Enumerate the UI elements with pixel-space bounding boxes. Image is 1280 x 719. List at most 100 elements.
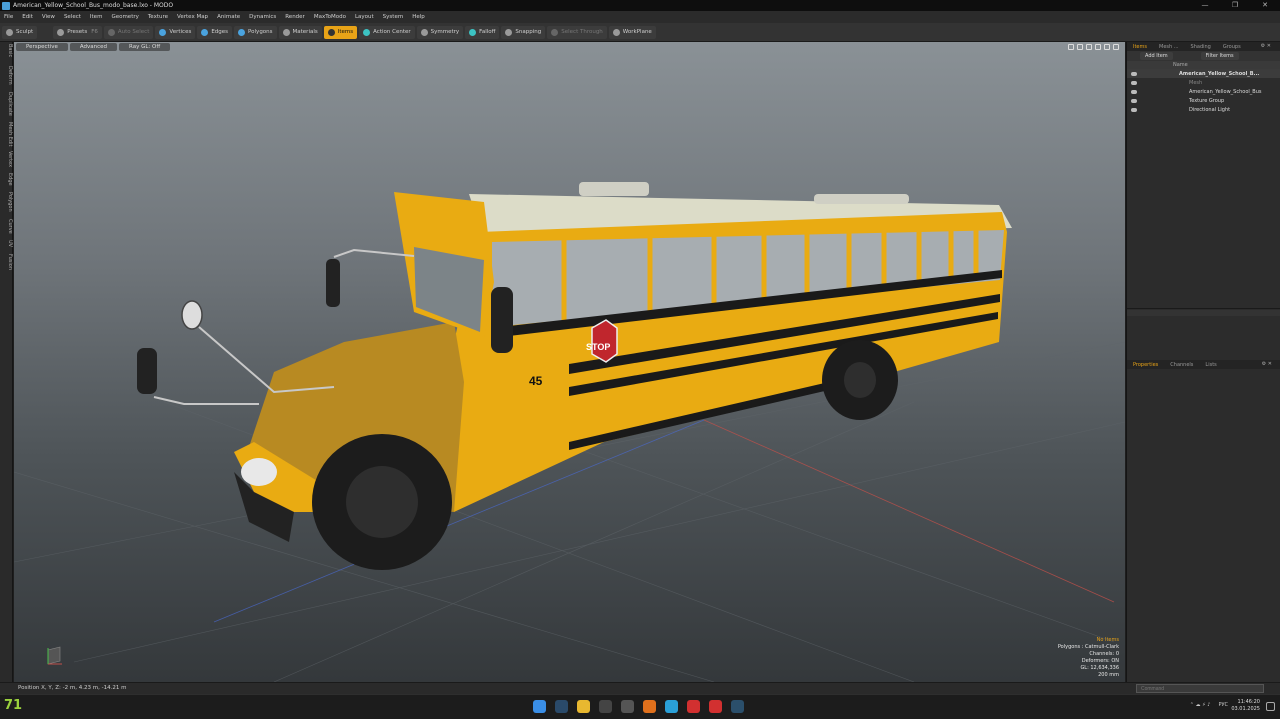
unreal-engine-icon[interactable]: [599, 700, 612, 713]
viewport-settings-icon[interactable]: [1104, 44, 1110, 50]
workplane-button[interactable]: WorkPlane: [608, 25, 656, 39]
tab-lists[interactable]: Lists: [1199, 362, 1222, 368]
start-menu-icon[interactable]: [533, 700, 546, 713]
side-mirror-left: [326, 259, 340, 307]
presets-shortcut: F6: [91, 29, 98, 35]
zoom-icon[interactable]: [1086, 44, 1092, 50]
rotate-icon[interactable]: [1077, 44, 1083, 50]
visibility-eye-icon[interactable]: [1131, 89, 1137, 94]
edges-mode-button[interactable]: Edges: [197, 25, 233, 39]
menu-system[interactable]: System: [383, 14, 404, 20]
minimize-button[interactable]: —: [1190, 0, 1220, 11]
panel-options-icon[interactable]: ⚙ ✕: [1255, 43, 1277, 49]
menu-view[interactable]: View: [42, 14, 55, 20]
pan-icon[interactable]: [1068, 44, 1074, 50]
system-tray: ⌃ ☁ ⚡ ♪ РУС: [1182, 702, 1228, 708]
add-item-button[interactable]: Add Item: [1140, 52, 1173, 60]
ray-gl-toggle[interactable]: Ray GL: Off: [119, 43, 171, 51]
telegram-icon[interactable]: [665, 700, 678, 713]
tab-polygon[interactable]: Polygon: [0, 192, 13, 212]
browser-icon[interactable]: [643, 700, 656, 713]
tab-curve[interactable]: Curve: [0, 219, 13, 234]
tab-fusion[interactable]: Fusion: [0, 254, 13, 270]
items-mode-button[interactable]: Items: [323, 25, 358, 39]
name-column-header[interactable]: Name: [1173, 62, 1188, 68]
tab-deform[interactable]: Deform: [0, 66, 13, 85]
tab-edge[interactable]: Edge: [0, 173, 13, 186]
edit-icon[interactable]: [1095, 44, 1101, 50]
properties-panel: Properties Channels Lists ⚙ ✕: [1127, 360, 1280, 682]
select-through-button[interactable]: Select Through: [547, 25, 607, 39]
falloff-button[interactable]: Falloff: [465, 25, 500, 39]
visibility-eye-icon[interactable]: [1131, 98, 1137, 103]
menu-file[interactable]: File: [4, 14, 13, 20]
polygons-mode-button[interactable]: Polygons: [234, 25, 277, 39]
menu-animate[interactable]: Animate: [217, 14, 240, 20]
action-center-button[interactable]: Action Center: [359, 25, 415, 39]
yandex-browser-icon[interactable]: [687, 700, 700, 713]
shading-dropdown[interactable]: Advanced: [69, 43, 118, 51]
tab-channels[interactable]: Channels: [1164, 362, 1199, 368]
stop-sign-label: STOP: [586, 342, 610, 352]
window-controls: — ❐ ✕: [1190, 0, 1280, 11]
items-scrollbar[interactable]: [1127, 310, 1280, 316]
menu-maxtomodo[interactable]: MaxToModo: [314, 14, 346, 20]
visibility-eye-icon[interactable]: [1131, 71, 1137, 76]
tree-item-texture-group[interactable]: Texture Group: [1127, 96, 1280, 105]
clock-time: 11:46:20: [1237, 699, 1260, 705]
snapping-icon: [505, 28, 513, 36]
panel-options-icon[interactable]: ⚙ ✕: [1256, 361, 1278, 367]
3d-viewport[interactable]: STOP 45 Perspective Advanced Ray GL: Off…: [14, 42, 1125, 682]
maximize-button[interactable]: ❐: [1220, 0, 1250, 11]
tree-item-scene[interactable]: American_Yellow_School_B...: [1127, 69, 1280, 78]
tree-item-bus-group[interactable]: American_Yellow_School_Bus: [1127, 87, 1280, 96]
tab-items[interactable]: Items: [1127, 44, 1153, 50]
tab-uv[interactable]: UV: [0, 240, 13, 247]
yandex-icon[interactable]: [709, 700, 722, 713]
menu-dynamics[interactable]: Dynamics: [249, 14, 276, 20]
modo-taskbar-icon[interactable]: [731, 700, 744, 713]
visibility-eye-icon[interactable]: [1131, 80, 1137, 85]
symmetry-button[interactable]: Symmetry: [416, 25, 464, 39]
view-type-dropdown[interactable]: Perspective: [16, 43, 68, 51]
filter-items-button[interactable]: Filter Items: [1200, 52, 1239, 60]
vertices-mode-button[interactable]: Vertices: [155, 25, 196, 39]
menu-render[interactable]: Render: [285, 14, 305, 20]
file-explorer-icon[interactable]: [577, 700, 590, 713]
auto-select-button[interactable]: Auto Select: [103, 25, 154, 39]
menu-geometry[interactable]: Geometry: [111, 14, 138, 20]
command-input[interactable]: [1136, 684, 1264, 693]
menu-item[interactable]: Item: [90, 14, 103, 20]
system-clock[interactable]: 11:46:20 03.01.2025: [1231, 699, 1260, 713]
menu-select[interactable]: Select: [64, 14, 81, 20]
menu-texture[interactable]: Texture: [148, 14, 168, 20]
tab-shading[interactable]: Shading: [1185, 44, 1217, 50]
input-language[interactable]: РУС: [1218, 702, 1228, 708]
presets-button[interactable]: Presets F6: [53, 25, 102, 39]
tab-duplicate[interactable]: Duplicate: [0, 92, 13, 116]
tab-groups[interactable]: Groups: [1217, 44, 1247, 50]
app-icon[interactable]: [621, 700, 634, 713]
tab-properties[interactable]: Properties: [1127, 362, 1164, 368]
tray-icons[interactable]: ⌃ ☁ ⚡ ♪: [1190, 702, 1211, 708]
close-button[interactable]: ✕: [1250, 0, 1280, 11]
visibility-eye-icon[interactable]: [1131, 107, 1137, 112]
viewport-nav-controls: [1065, 44, 1119, 50]
snapping-button[interactable]: Snapping: [501, 25, 546, 39]
weather-temperature[interactable]: 71: [4, 698, 22, 713]
materials-mode-button[interactable]: Materials: [278, 25, 322, 39]
tab-basic[interactable]: Basic: [0, 44, 13, 57]
tab-mesh-edit[interactable]: Mesh Edit: [0, 122, 13, 146]
tree-item-directional-light[interactable]: Directional Light: [1127, 105, 1280, 114]
tab-vertex[interactable]: Vertex: [0, 151, 13, 167]
menu-edit[interactable]: Edit: [22, 14, 33, 20]
tree-item-mesh[interactable]: Mesh: [1127, 78, 1280, 87]
menu-help[interactable]: Help: [412, 14, 425, 20]
maximize-viewport-icon[interactable]: [1113, 44, 1119, 50]
menu-layout[interactable]: Layout: [355, 14, 374, 20]
tab-mesh[interactable]: Mesh ...: [1153, 44, 1185, 50]
menu-vertex-map[interactable]: Vertex Map: [177, 14, 208, 20]
steam-icon[interactable]: [555, 700, 568, 713]
sculpt-button[interactable]: Sculpt: [2, 25, 38, 39]
notification-icon[interactable]: [1266, 702, 1275, 711]
